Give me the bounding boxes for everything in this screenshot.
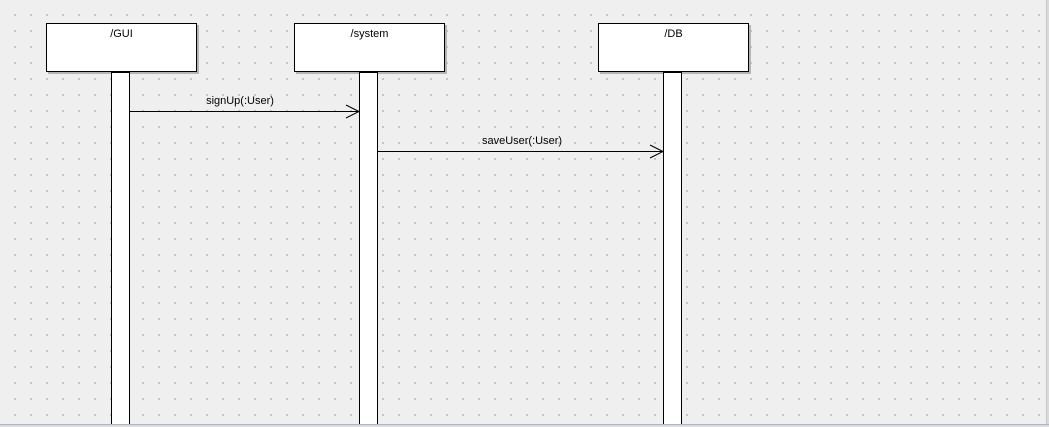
message-arrows <box>130 104 665 159</box>
message-signup-label: signUp(:User) <box>206 95 274 107</box>
message-saveuser-label: saveUser(:User) <box>481 135 563 147</box>
diagram-canvas[interactable]: /GUI /system /DB signUp(:User) saveUser(… <box>0 0 1049 427</box>
